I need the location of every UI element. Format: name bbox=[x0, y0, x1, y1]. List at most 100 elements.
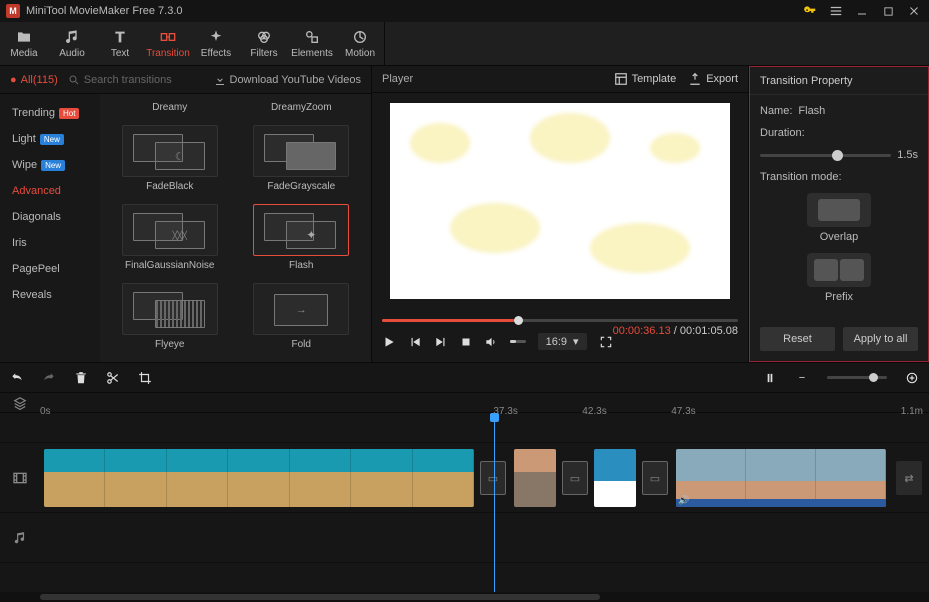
cat-advanced[interactable]: Advanced bbox=[0, 178, 100, 204]
download-youtube-link[interactable]: Download YouTube Videos bbox=[214, 74, 362, 86]
prev-button[interactable] bbox=[408, 335, 422, 349]
tab-motion[interactable]: Motion bbox=[336, 22, 384, 65]
player-title: Player bbox=[382, 73, 413, 85]
shapes-icon bbox=[303, 28, 321, 46]
zoom-fit-button[interactable] bbox=[905, 371, 919, 385]
audio-track[interactable] bbox=[0, 513, 929, 563]
motion-icon bbox=[351, 28, 369, 46]
crop-button[interactable] bbox=[138, 371, 152, 385]
search-input[interactable]: Search transitions bbox=[68, 74, 172, 86]
category-list: TrendingHot LightNew WipeNew Advanced Di… bbox=[0, 94, 100, 362]
playhead[interactable] bbox=[494, 413, 495, 592]
duration-label: Duration: bbox=[760, 127, 805, 139]
transition-item[interactable]: Dreamy bbox=[108, 98, 232, 117]
cat-diagonals[interactable]: Diagonals bbox=[0, 204, 100, 230]
duration-value: 1.5s bbox=[897, 149, 918, 161]
tab-label: Filters bbox=[250, 48, 277, 59]
duration-slider[interactable] bbox=[760, 154, 891, 157]
transition-item[interactable]: ☾ FadeBlack bbox=[108, 121, 232, 196]
layers-icon[interactable] bbox=[0, 396, 40, 410]
fullscreen-button[interactable] bbox=[599, 335, 613, 349]
transition-clip[interactable]: ▭ bbox=[562, 461, 588, 495]
tab-text[interactable]: Text bbox=[96, 22, 144, 65]
transition-grid: Dreamy DreamyZoom ☾ FadeBlack FadeGraysc… bbox=[100, 94, 371, 362]
transition-item[interactable]: FadeGrayscale bbox=[240, 121, 364, 196]
volume-icon[interactable] bbox=[484, 335, 498, 349]
name-value: Flash bbox=[798, 105, 825, 117]
play-button[interactable] bbox=[382, 335, 396, 349]
progress-slider[interactable] bbox=[382, 313, 738, 327]
volume-slider[interactable] bbox=[510, 340, 526, 343]
speed-icon[interactable] bbox=[763, 371, 777, 385]
tab-media[interactable]: Media bbox=[0, 22, 48, 65]
browser-count[interactable]: ● All(115) bbox=[10, 74, 58, 86]
name-label: Name: bbox=[760, 105, 792, 117]
video-track-icon bbox=[0, 470, 40, 486]
cat-pagepeel[interactable]: PagePeel bbox=[0, 256, 100, 282]
preview-canvas bbox=[390, 103, 730, 299]
timeline-tracks: ▭ ▭ ▭ 🔊 ⇄ bbox=[0, 413, 929, 592]
tab-effects[interactable]: Effects bbox=[192, 22, 240, 65]
transition-item[interactable]: ✦ Flash bbox=[240, 200, 364, 275]
menu-icon[interactable] bbox=[827, 2, 845, 20]
cat-trending[interactable]: TrendingHot bbox=[0, 100, 100, 126]
title-bar: M MiniTool MovieMaker Free 7.3.0 bbox=[0, 0, 929, 22]
tab-transition[interactable]: Transition bbox=[144, 22, 192, 65]
tab-audio[interactable]: Audio bbox=[48, 22, 96, 65]
undo-button[interactable] bbox=[10, 371, 24, 385]
aspect-select[interactable]: 16:9▾ bbox=[538, 333, 587, 350]
app-logo: M bbox=[6, 4, 20, 18]
cat-wipe[interactable]: WipeNew bbox=[0, 152, 100, 178]
zoom-slider[interactable] bbox=[827, 376, 887, 379]
timeline-scrollbar[interactable] bbox=[0, 592, 929, 602]
tab-filters[interactable]: Filters bbox=[240, 22, 288, 65]
split-button[interactable] bbox=[106, 371, 120, 385]
timeline-ruler[interactable]: 0s 37.3s 42.3s 47.3s 1.1m bbox=[0, 393, 929, 413]
timeline-clip[interactable]: 🔊 bbox=[676, 449, 886, 507]
reset-button[interactable]: Reset bbox=[760, 327, 835, 351]
text-icon bbox=[111, 28, 129, 46]
player-panel: Player Template Export bbox=[372, 66, 749, 362]
mode-overlap[interactable]: Overlap bbox=[760, 193, 918, 243]
next-button[interactable] bbox=[434, 335, 448, 349]
tab-label: Motion bbox=[345, 48, 375, 59]
props-title: Transition Property bbox=[760, 75, 853, 87]
minimize-button[interactable] bbox=[853, 2, 871, 20]
mode-label: Transition mode: bbox=[760, 171, 842, 183]
timeline-clip[interactable] bbox=[44, 449, 474, 507]
music-icon bbox=[63, 28, 81, 46]
transition-browser: ● All(115) Search transitions Download Y… bbox=[0, 66, 372, 362]
tab-label: Audio bbox=[59, 48, 85, 59]
stop-button[interactable] bbox=[460, 335, 472, 349]
cat-reveals[interactable]: Reveals bbox=[0, 282, 100, 308]
transition-clip[interactable]: ▭ bbox=[642, 461, 668, 495]
folder-icon bbox=[15, 28, 33, 46]
audio-track-icon bbox=[0, 531, 40, 545]
key-icon[interactable] bbox=[801, 2, 819, 20]
transition-item[interactable]: ╳╳╳ FinalGaussianNoise bbox=[108, 200, 232, 275]
tab-elements[interactable]: Elements bbox=[288, 22, 336, 65]
cat-light[interactable]: LightNew bbox=[0, 126, 100, 152]
app-title: MiniTool MovieMaker Free 7.3.0 bbox=[26, 5, 183, 17]
transition-property-panel: Transition Property Name: Flash Duration… bbox=[749, 66, 929, 362]
delete-button[interactable] bbox=[74, 371, 88, 385]
transition-item[interactable]: DreamyZoom bbox=[240, 98, 364, 117]
close-button[interactable] bbox=[905, 2, 923, 20]
video-track[interactable]: ▭ ▭ ▭ 🔊 ⇄ bbox=[0, 443, 929, 513]
cat-iris[interactable]: Iris bbox=[0, 230, 100, 256]
transition-item[interactable]: → Fold bbox=[240, 279, 364, 354]
timeline-clip[interactable] bbox=[514, 449, 556, 507]
apply-all-button[interactable]: Apply to all bbox=[843, 327, 918, 351]
mode-prefix[interactable]: Prefix bbox=[760, 253, 918, 303]
tab-label: Text bbox=[111, 48, 129, 59]
redo-button[interactable] bbox=[42, 371, 56, 385]
swap-icon[interactable]: ⇄ bbox=[896, 461, 922, 495]
timeline-clip[interactable] bbox=[594, 449, 636, 507]
transition-item[interactable]: Flyeye bbox=[108, 279, 232, 354]
template-button[interactable]: Template bbox=[614, 72, 677, 86]
tab-label: Transition bbox=[146, 48, 190, 59]
tab-label: Media bbox=[10, 48, 37, 59]
zoom-out-button[interactable]: − bbox=[795, 371, 809, 385]
export-button[interactable]: Export bbox=[688, 72, 738, 86]
maximize-button[interactable] bbox=[879, 2, 897, 20]
